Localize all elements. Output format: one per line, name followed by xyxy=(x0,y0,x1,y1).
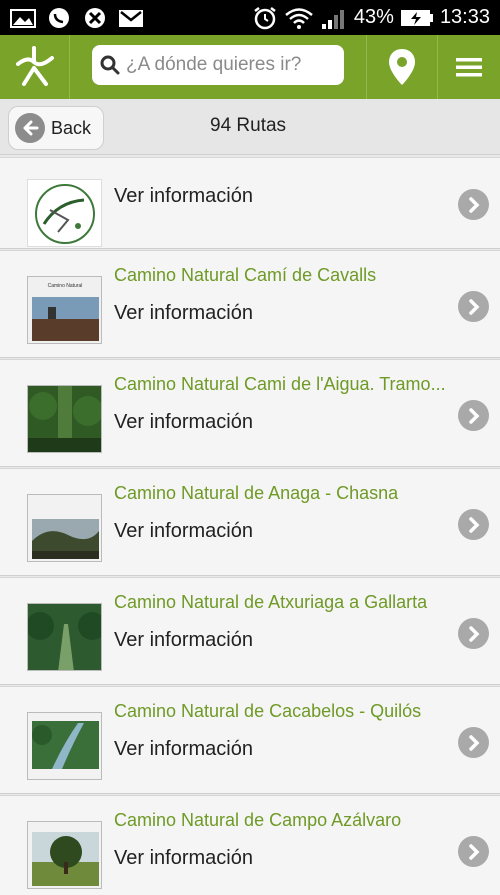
app-bar xyxy=(0,35,500,99)
sub-header: Back 94 Rutas xyxy=(0,99,500,155)
chevron-right-icon[interactable] xyxy=(458,189,489,220)
whatsapp-icon xyxy=(49,7,69,28)
route-thumbnail xyxy=(27,494,102,562)
close-app-icon xyxy=(85,7,105,28)
route-row[interactable]: Camino Natural Camino Natural Camí de Ca… xyxy=(0,250,500,358)
route-info-link[interactable]: Ver información xyxy=(114,847,253,870)
route-info-link[interactable]: Ver información xyxy=(114,302,253,325)
route-row[interactable]: Ver información xyxy=(0,157,500,249)
route-name[interactable]: Camino Natural de Cacabelos - Quilós xyxy=(114,701,459,722)
back-button[interactable]: Back xyxy=(8,106,104,150)
route-row[interactable]: Camino Natural Cami de l'Aigua. Tramo...… xyxy=(0,359,500,467)
route-name[interactable]: Camino Natural de Anaga - Chasna xyxy=(114,483,459,504)
battery-charging-icon xyxy=(400,9,433,26)
chevron-right-icon[interactable] xyxy=(458,400,489,431)
route-thumbnail xyxy=(27,603,102,671)
route-thumbnail xyxy=(27,821,102,889)
hamburger-menu-icon xyxy=(456,58,482,77)
clock: 13:33 xyxy=(439,6,490,28)
route-row[interactable]: Camino Natural de Cacabelos - Quilós Ver… xyxy=(0,686,500,794)
system-icons: 43% 13:33 xyxy=(252,6,500,30)
route-thumbnail xyxy=(27,712,102,780)
route-name[interactable]: Camino Natural de Campo Azálvaro xyxy=(114,810,459,831)
battery-percentage: 43% xyxy=(353,6,394,28)
chevron-right-icon[interactable] xyxy=(458,836,489,867)
route-info-link[interactable]: Ver información xyxy=(114,738,253,761)
gallery-icon xyxy=(10,8,36,28)
svg-text:Camino Natural: Camino Natural xyxy=(48,283,83,289)
chevron-right-icon[interactable] xyxy=(458,618,489,649)
chevron-right-icon[interactable] xyxy=(458,291,489,322)
route-thumbnail xyxy=(27,385,102,453)
search-input[interactable] xyxy=(126,54,341,76)
route-info-link[interactable]: Ver información xyxy=(114,185,253,208)
back-arrow-icon xyxy=(15,113,45,143)
signal-icon xyxy=(321,9,344,29)
alarm-icon xyxy=(254,6,276,29)
route-thumbnail: Camino Natural xyxy=(27,276,102,344)
route-count-title: 94 Rutas xyxy=(210,115,287,136)
route-name[interactable]: Camino Natural Cami de l'Aigua. Tramo... xyxy=(114,374,459,395)
map-pin-icon xyxy=(388,49,415,85)
search-box[interactable] xyxy=(92,45,344,85)
route-name[interactable]: Camino Natural Camí de Cavalls xyxy=(114,265,459,286)
location-button[interactable] xyxy=(366,35,436,99)
route-name[interactable]: Camino Natural de Atxuriaga a Gallarta xyxy=(114,592,459,613)
status-bar: 43% 13:33 xyxy=(0,0,500,35)
route-row[interactable]: Camino Natural de Campo Azálvaro Ver inf… xyxy=(0,795,500,895)
wifi-icon xyxy=(285,7,313,29)
gmail-icon xyxy=(119,9,143,27)
menu-button[interactable] xyxy=(437,35,500,99)
notification-icons xyxy=(0,7,144,29)
back-label: Back xyxy=(51,117,92,138)
search-icon xyxy=(100,55,120,75)
route-info-link[interactable]: Ver información xyxy=(114,629,253,652)
chevron-right-icon[interactable] xyxy=(458,727,489,758)
route-row[interactable]: Camino Natural de Anaga - Chasna Ver inf… xyxy=(0,468,500,576)
route-row[interactable]: Camino Natural de Atxuriaga a Gallarta V… xyxy=(0,577,500,685)
app-logo[interactable] xyxy=(0,35,70,99)
walker-logo-icon xyxy=(15,46,54,86)
chevron-right-icon[interactable] xyxy=(458,509,489,540)
route-thumbnail xyxy=(27,179,102,247)
route-info-link[interactable]: Ver información xyxy=(114,520,253,543)
route-info-link[interactable]: Ver información xyxy=(114,411,253,434)
